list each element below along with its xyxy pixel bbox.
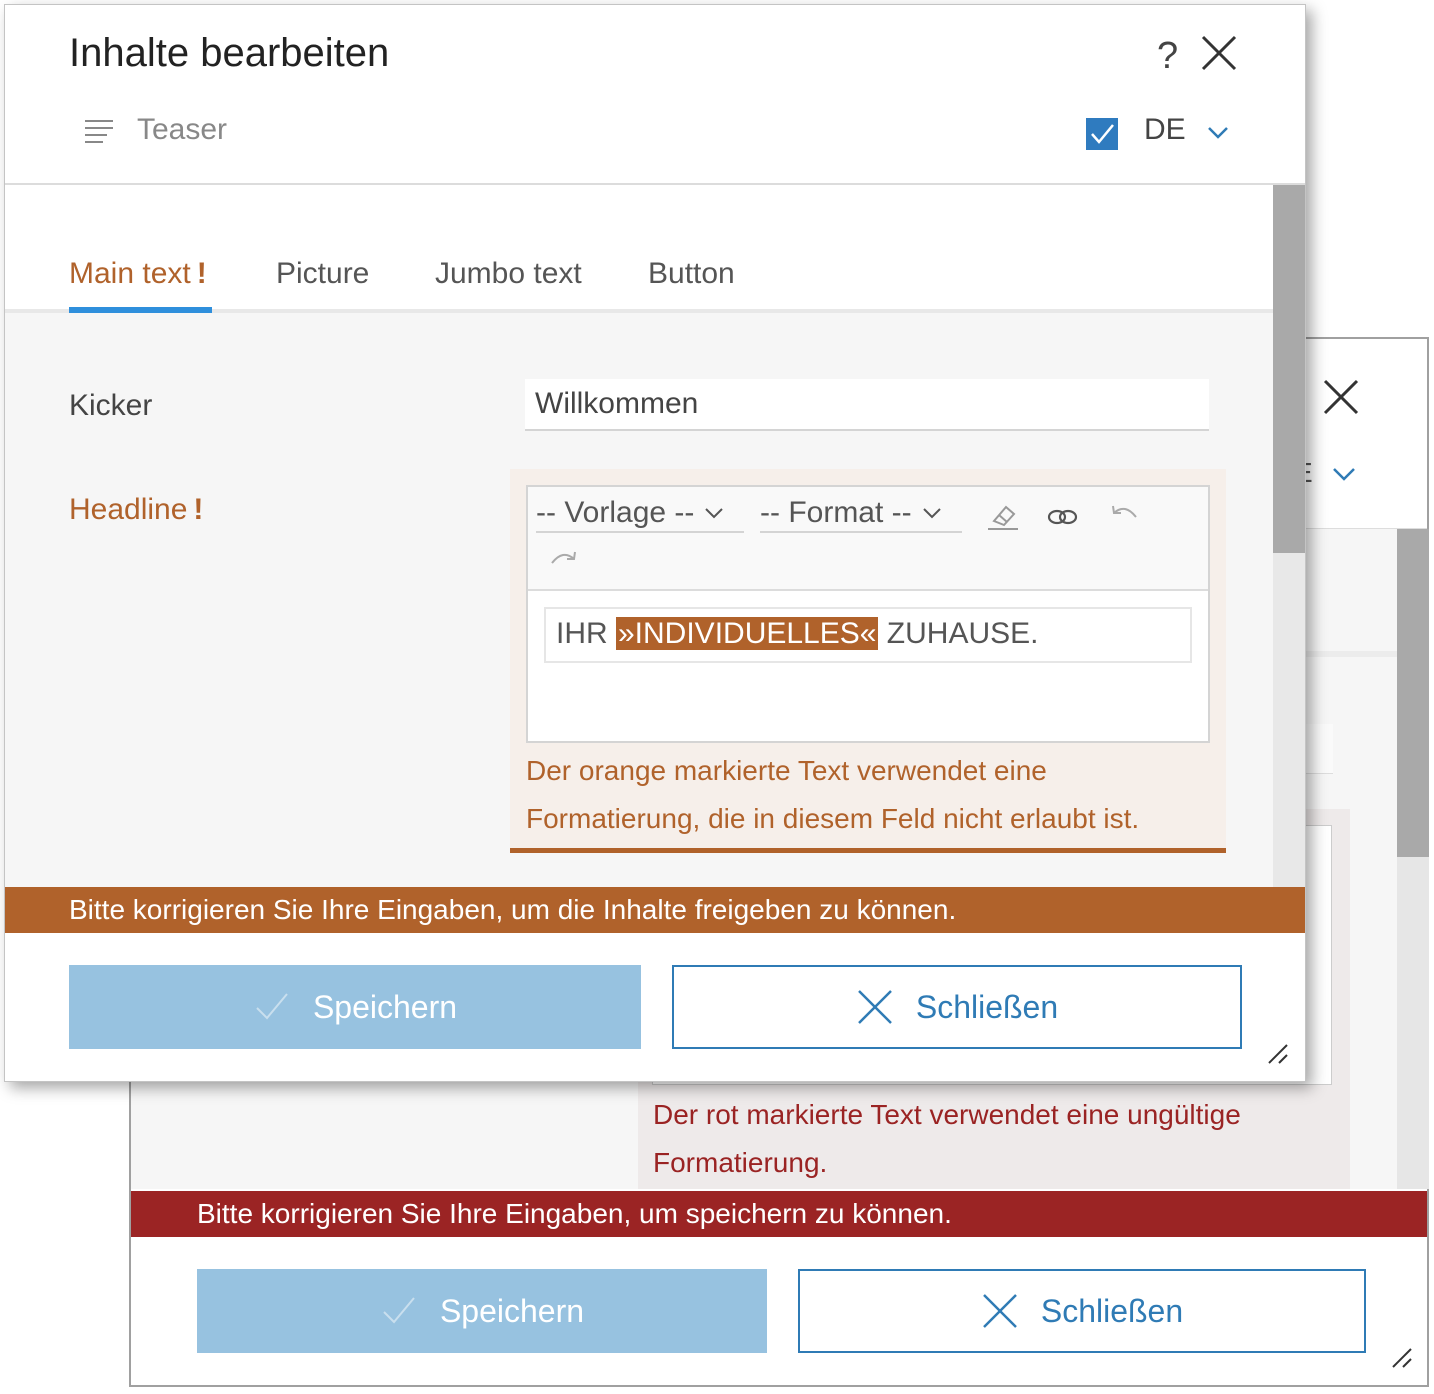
back-close-icon[interactable] xyxy=(1321,377,1361,417)
back-chevron-down-icon[interactable] xyxy=(1331,464,1357,484)
headline-field: -- Vorlage -- -- Format -- IHR »INDIVIDU… xyxy=(510,469,1226,853)
warning-flag: ! xyxy=(193,493,204,526)
close-button[interactable]: Schließen xyxy=(672,965,1242,1049)
checkmark-icon xyxy=(256,993,288,1020)
highlighted-invalid-text: »INDIVIDUELLES« xyxy=(616,617,879,650)
back-scrollbar-thumb[interactable] xyxy=(1397,529,1429,857)
headline-text-after: ZUHAUSE. xyxy=(878,617,1039,650)
close-icon[interactable] xyxy=(1199,33,1239,73)
scrollbar-thumb[interactable] xyxy=(1273,185,1305,553)
back-save-label: Speichern xyxy=(439,1292,585,1329)
edit-content-dialog: Inhalte bearbeiten ? Teaser DE Main text… xyxy=(4,4,1306,1082)
headline-label: Headline! xyxy=(69,493,203,527)
template-select[interactable]: -- Vorlage -- xyxy=(536,495,744,533)
dialog-content: Main text! Picture Jumbo text Button Kic… xyxy=(5,185,1273,887)
back-close-button[interactable]: Schließen xyxy=(798,1269,1366,1353)
eraser-icon[interactable] xyxy=(986,501,1020,531)
language-label[interactable]: DE xyxy=(1144,113,1186,147)
content-type-label: Teaser xyxy=(137,113,228,146)
headline-label-text: Headline xyxy=(69,493,188,526)
kicker-input[interactable] xyxy=(525,379,1209,431)
headline-text: IHR »INDIVIDUELLES« ZUHAUSE. xyxy=(556,617,1038,651)
chevron-down-icon[interactable] xyxy=(1207,125,1229,141)
dialog-title: Inhalte bearbeiten xyxy=(69,31,390,75)
template-select-value: -- Vorlage -- xyxy=(536,496,695,529)
warning-flag: ! xyxy=(196,257,207,290)
undo-icon[interactable] xyxy=(1108,501,1142,531)
tab-picture[interactable]: Picture xyxy=(276,257,369,291)
tab-main-text[interactable]: Main text! xyxy=(69,257,207,291)
back-error-banner: Bitte korrigieren Sie Ihre Eingaben, um … xyxy=(131,1191,1427,1237)
error-banner: Bitte korrigieren Sie Ihre Eingaben, um … xyxy=(5,887,1305,933)
save-button[interactable]: Speichern xyxy=(69,965,641,1049)
tab-jumbo-text[interactable]: Jumbo text xyxy=(435,257,582,291)
back-close-label: Schließen xyxy=(1040,1292,1184,1329)
resize-handle-icon[interactable] xyxy=(1389,1345,1415,1371)
rich-text-editor: -- Vorlage -- -- Format -- IHR »INDIVIDU… xyxy=(526,485,1210,743)
close-label: Schließen xyxy=(915,988,1059,1025)
link-icon[interactable] xyxy=(1046,501,1080,531)
editor-toolbar: -- Vorlage -- -- Format -- xyxy=(528,487,1208,591)
tab-label: Main text xyxy=(69,257,191,290)
resize-handle-icon[interactable] xyxy=(1265,1041,1291,1067)
checkmark-icon xyxy=(383,1297,415,1324)
back-headline-hint: Der rot markierte Text verwendet eine un… xyxy=(653,1099,1241,1178)
language-checkbox[interactable] xyxy=(1086,118,1118,150)
headline-text-area[interactable]: IHR »INDIVIDUELLES« ZUHAUSE. xyxy=(544,607,1192,663)
headline-text-before: IHR xyxy=(556,617,616,650)
help-icon[interactable]: ? xyxy=(1157,35,1178,78)
checkmark-icon xyxy=(1091,124,1114,144)
back-save-button[interactable]: Speichern xyxy=(197,1269,767,1353)
form-area: Kicker Headline! -- Vorlage -- xyxy=(5,313,1273,887)
chevron-down-icon xyxy=(705,508,724,519)
close-icon xyxy=(857,990,892,1024)
format-select[interactable]: -- Format -- xyxy=(760,495,962,533)
chevron-down-icon xyxy=(922,508,941,519)
headline-hint: Der orange markierte Text verwendet eine… xyxy=(526,755,1140,834)
redo-icon[interactable] xyxy=(546,547,580,577)
close-icon xyxy=(982,1294,1017,1328)
text-lines-icon xyxy=(85,120,113,143)
kicker-label: Kicker xyxy=(69,389,153,422)
save-label: Speichern xyxy=(312,988,458,1025)
format-select-value: -- Format -- xyxy=(760,496,912,529)
tab-button[interactable]: Button xyxy=(648,257,735,291)
